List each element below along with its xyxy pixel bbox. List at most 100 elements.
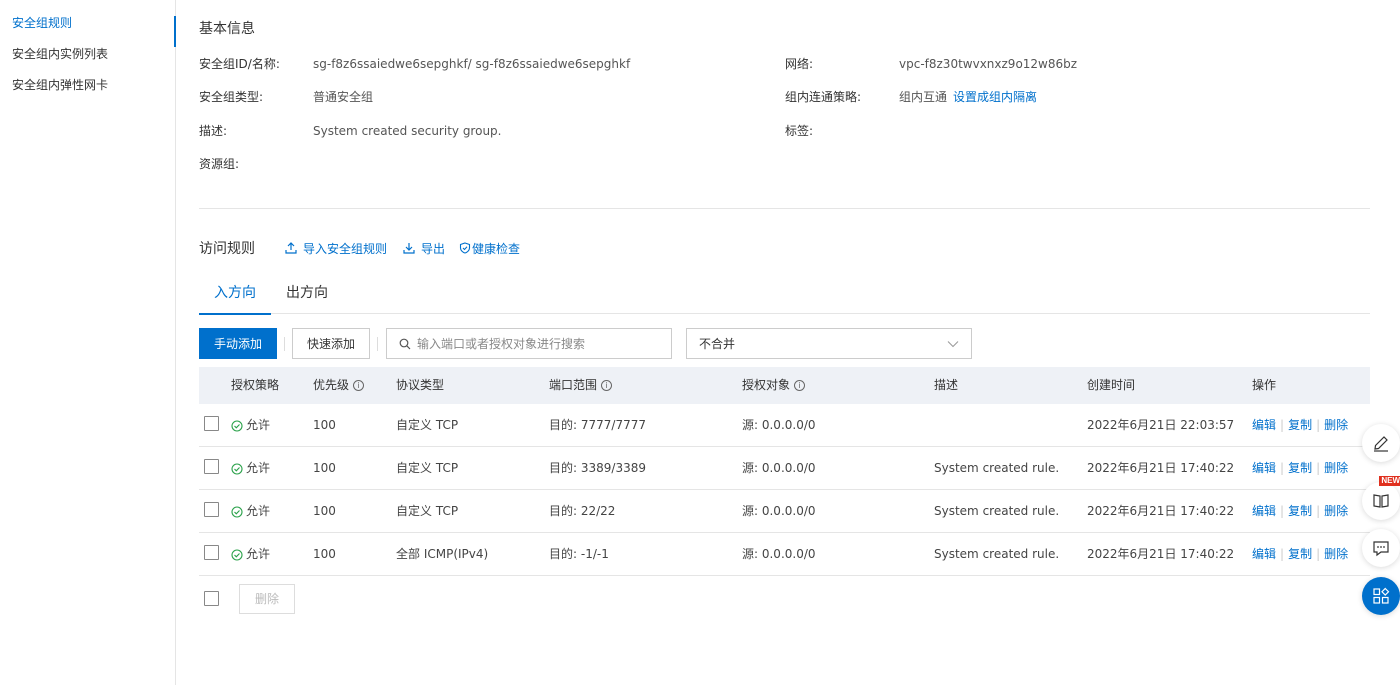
col-desc: 描述 (934, 378, 959, 392)
feedback-tool[interactable] (1362, 424, 1400, 462)
tab-inbound[interactable]: 入方向 (199, 276, 271, 315)
check-circle-icon (231, 462, 243, 475)
copy-link[interactable]: 复制 (1288, 504, 1312, 518)
resource-group-label: 资源组: (199, 157, 240, 171)
export-button[interactable]: 导出 (403, 240, 445, 257)
policy-cell: 允许 (231, 447, 270, 490)
select-all-checkbox[interactable] (204, 591, 219, 606)
col-ops: 操作 (1252, 378, 1277, 392)
search-input[interactable] (417, 336, 657, 351)
search-box (386, 328, 672, 359)
sidebar: 安全组规则 安全组内实例列表 安全组内弹性网卡 (0, 0, 176, 685)
ops-cell: 编辑 | 复制 | 删除 (1252, 490, 1348, 533)
edit-link[interactable]: 编辑 (1252, 504, 1276, 518)
row-checkbox[interactable] (204, 459, 219, 474)
bulk-delete-button[interactable]: 删除 (239, 583, 295, 614)
new-badge: NEW (1379, 476, 1400, 486)
table-header: 授权策略 优先级 i 协议类型 端口范围 i 授权对象 i 描述 创建时间 操作 (199, 367, 1370, 404)
set-isolation-link[interactable]: 设置成组内隔离 (953, 90, 1037, 104)
created-cell: 2022年6月21日 17:40:22 (1087, 461, 1235, 475)
download-icon (403, 243, 415, 254)
chevron-down-icon (947, 340, 959, 347)
edit-link[interactable]: 编辑 (1252, 461, 1276, 475)
desc-cell: System created rule. (934, 547, 1060, 561)
delete-link[interactable]: 删除 (1324, 504, 1348, 518)
manual-add-button[interactable]: 手动添加 (199, 328, 277, 359)
op-separator: | (1280, 418, 1285, 432)
op-separator: | (1316, 461, 1321, 475)
delete-link[interactable]: 删除 (1324, 418, 1348, 432)
pencil-icon (1374, 436, 1388, 452)
info-icon[interactable]: i (794, 380, 806, 391)
col-protocol: 协议类型 (396, 378, 445, 392)
sidebar-item-security-rules[interactable]: 安全组规则 (0, 8, 176, 47)
check-circle-icon (231, 548, 243, 561)
col-port: 端口范围 i (549, 367, 613, 404)
col-port-label: 端口范围 (549, 378, 598, 392)
desc-row: 描述: System created security group. (199, 122, 501, 139)
network-label: 网络: (785, 57, 814, 71)
table-row: 允许 100 自定义 TCP 目的: 7777/7777 源: 0.0.0.0/0 202… (199, 404, 1370, 447)
col-target: 授权对象 i (742, 367, 806, 404)
delete-link[interactable]: 删除 (1324, 461, 1348, 475)
sidebar-item-eni[interactable]: 安全组内弹性网卡 (0, 70, 175, 101)
created-cell: 2022年6月21日 17:40:22 (1087, 504, 1235, 518)
edit-link[interactable]: 编辑 (1252, 418, 1276, 432)
network-value: vpc-f8z30twvxnxz9o12w86bz (899, 57, 1078, 71)
sg-type-label: 安全组类型: (199, 90, 264, 104)
chat-tool[interactable] (1362, 529, 1400, 567)
quick-add-button[interactable]: 快速添加 (292, 328, 370, 359)
protocol-cell: 全部 ICMP(IPv4) (396, 547, 489, 561)
news-tool[interactable]: NEW (1362, 476, 1400, 520)
policy-label: 允许 (246, 504, 271, 518)
info-icon[interactable]: i (353, 380, 365, 391)
sg-id-value: sg-f8z6ssaiedwe6sepghkf/ sg-f8z6ssaiedwe… (313, 57, 631, 71)
target-cell: 源: 0.0.0.0/0 (742, 418, 816, 432)
import-rules-button[interactable]: 导入安全组规则 (285, 240, 387, 257)
policy-label: 允许 (246, 418, 271, 432)
info-icon[interactable]: i (601, 380, 613, 391)
copy-link[interactable]: 复制 (1288, 418, 1312, 432)
copy-link[interactable]: 复制 (1288, 461, 1312, 475)
health-check-button[interactable]: 健康检查 (459, 240, 520, 257)
desc-value: System created security group. (313, 124, 502, 138)
tab-outbound[interactable]: 出方向 (271, 276, 343, 314)
priority-cell: 100 (313, 418, 336, 432)
policy-label: 允许 (246, 461, 271, 475)
search-icon (399, 338, 411, 349)
sidebar-item-instances[interactable]: 安全组内实例列表 (0, 39, 175, 70)
health-check-label: 健康检查 (472, 241, 521, 256)
sidebar-list: 安全组规则 安全组内实例列表 安全组内弹性网卡 (0, 0, 176, 101)
copy-link[interactable]: 复制 (1288, 547, 1312, 561)
policy-cell: 允许 (231, 533, 270, 576)
apps-tool[interactable] (1362, 577, 1400, 615)
table-row: 允许 100 自定义 TCP 目的: 3389/3389 源: 0.0.0.0/0 Sys… (199, 447, 1370, 490)
table-row: 允许 100 自定义 TCP 目的: 22/22 源: 0.0.0.0/0 System … (199, 490, 1370, 533)
row-checkbox[interactable] (204, 545, 219, 560)
delete-link[interactable]: 删除 (1324, 547, 1348, 561)
row-checkbox[interactable] (204, 502, 219, 517)
toolbar-separator (377, 336, 378, 351)
sg-type-row: 安全组类型: 普通安全组 (199, 88, 373, 105)
protocol-cell: 自定义 TCP (396, 504, 459, 518)
edit-link[interactable]: 编辑 (1252, 547, 1276, 561)
row-checkbox[interactable] (204, 416, 219, 431)
priority-cell: 100 (313, 504, 336, 518)
protocol-cell: 自定义 TCP (396, 461, 459, 475)
resource-group-row: 资源组: (199, 155, 313, 172)
merge-select[interactable]: 不合并 (686, 328, 972, 359)
check-circle-icon (231, 505, 243, 518)
created-cell: 2022年6月21日 17:40:22 (1087, 547, 1235, 561)
port-cell: 目的: -1/-1 (549, 547, 609, 561)
col-priority: 优先级 i (313, 367, 365, 404)
import-rules-label: 导入安全组规则 (303, 241, 388, 256)
op-separator: | (1280, 504, 1285, 518)
network-row: 网络: vpc-f8z30twvxnxz9o12w86bz (785, 55, 1077, 72)
chat-icon (1373, 541, 1389, 557)
rules-toolbar: 手动添加 快速添加 不合并 (199, 328, 972, 359)
port-cell: 目的: 22/22 (549, 504, 616, 518)
direction-tabs: 入方向 出方向 (199, 276, 1370, 315)
check-circle-icon (231, 419, 243, 432)
rules-table: 授权策略 优先级 i 协议类型 端口范围 i 授权对象 i 描述 创建时间 操作 允许… (199, 367, 1370, 576)
op-separator: | (1316, 418, 1321, 432)
